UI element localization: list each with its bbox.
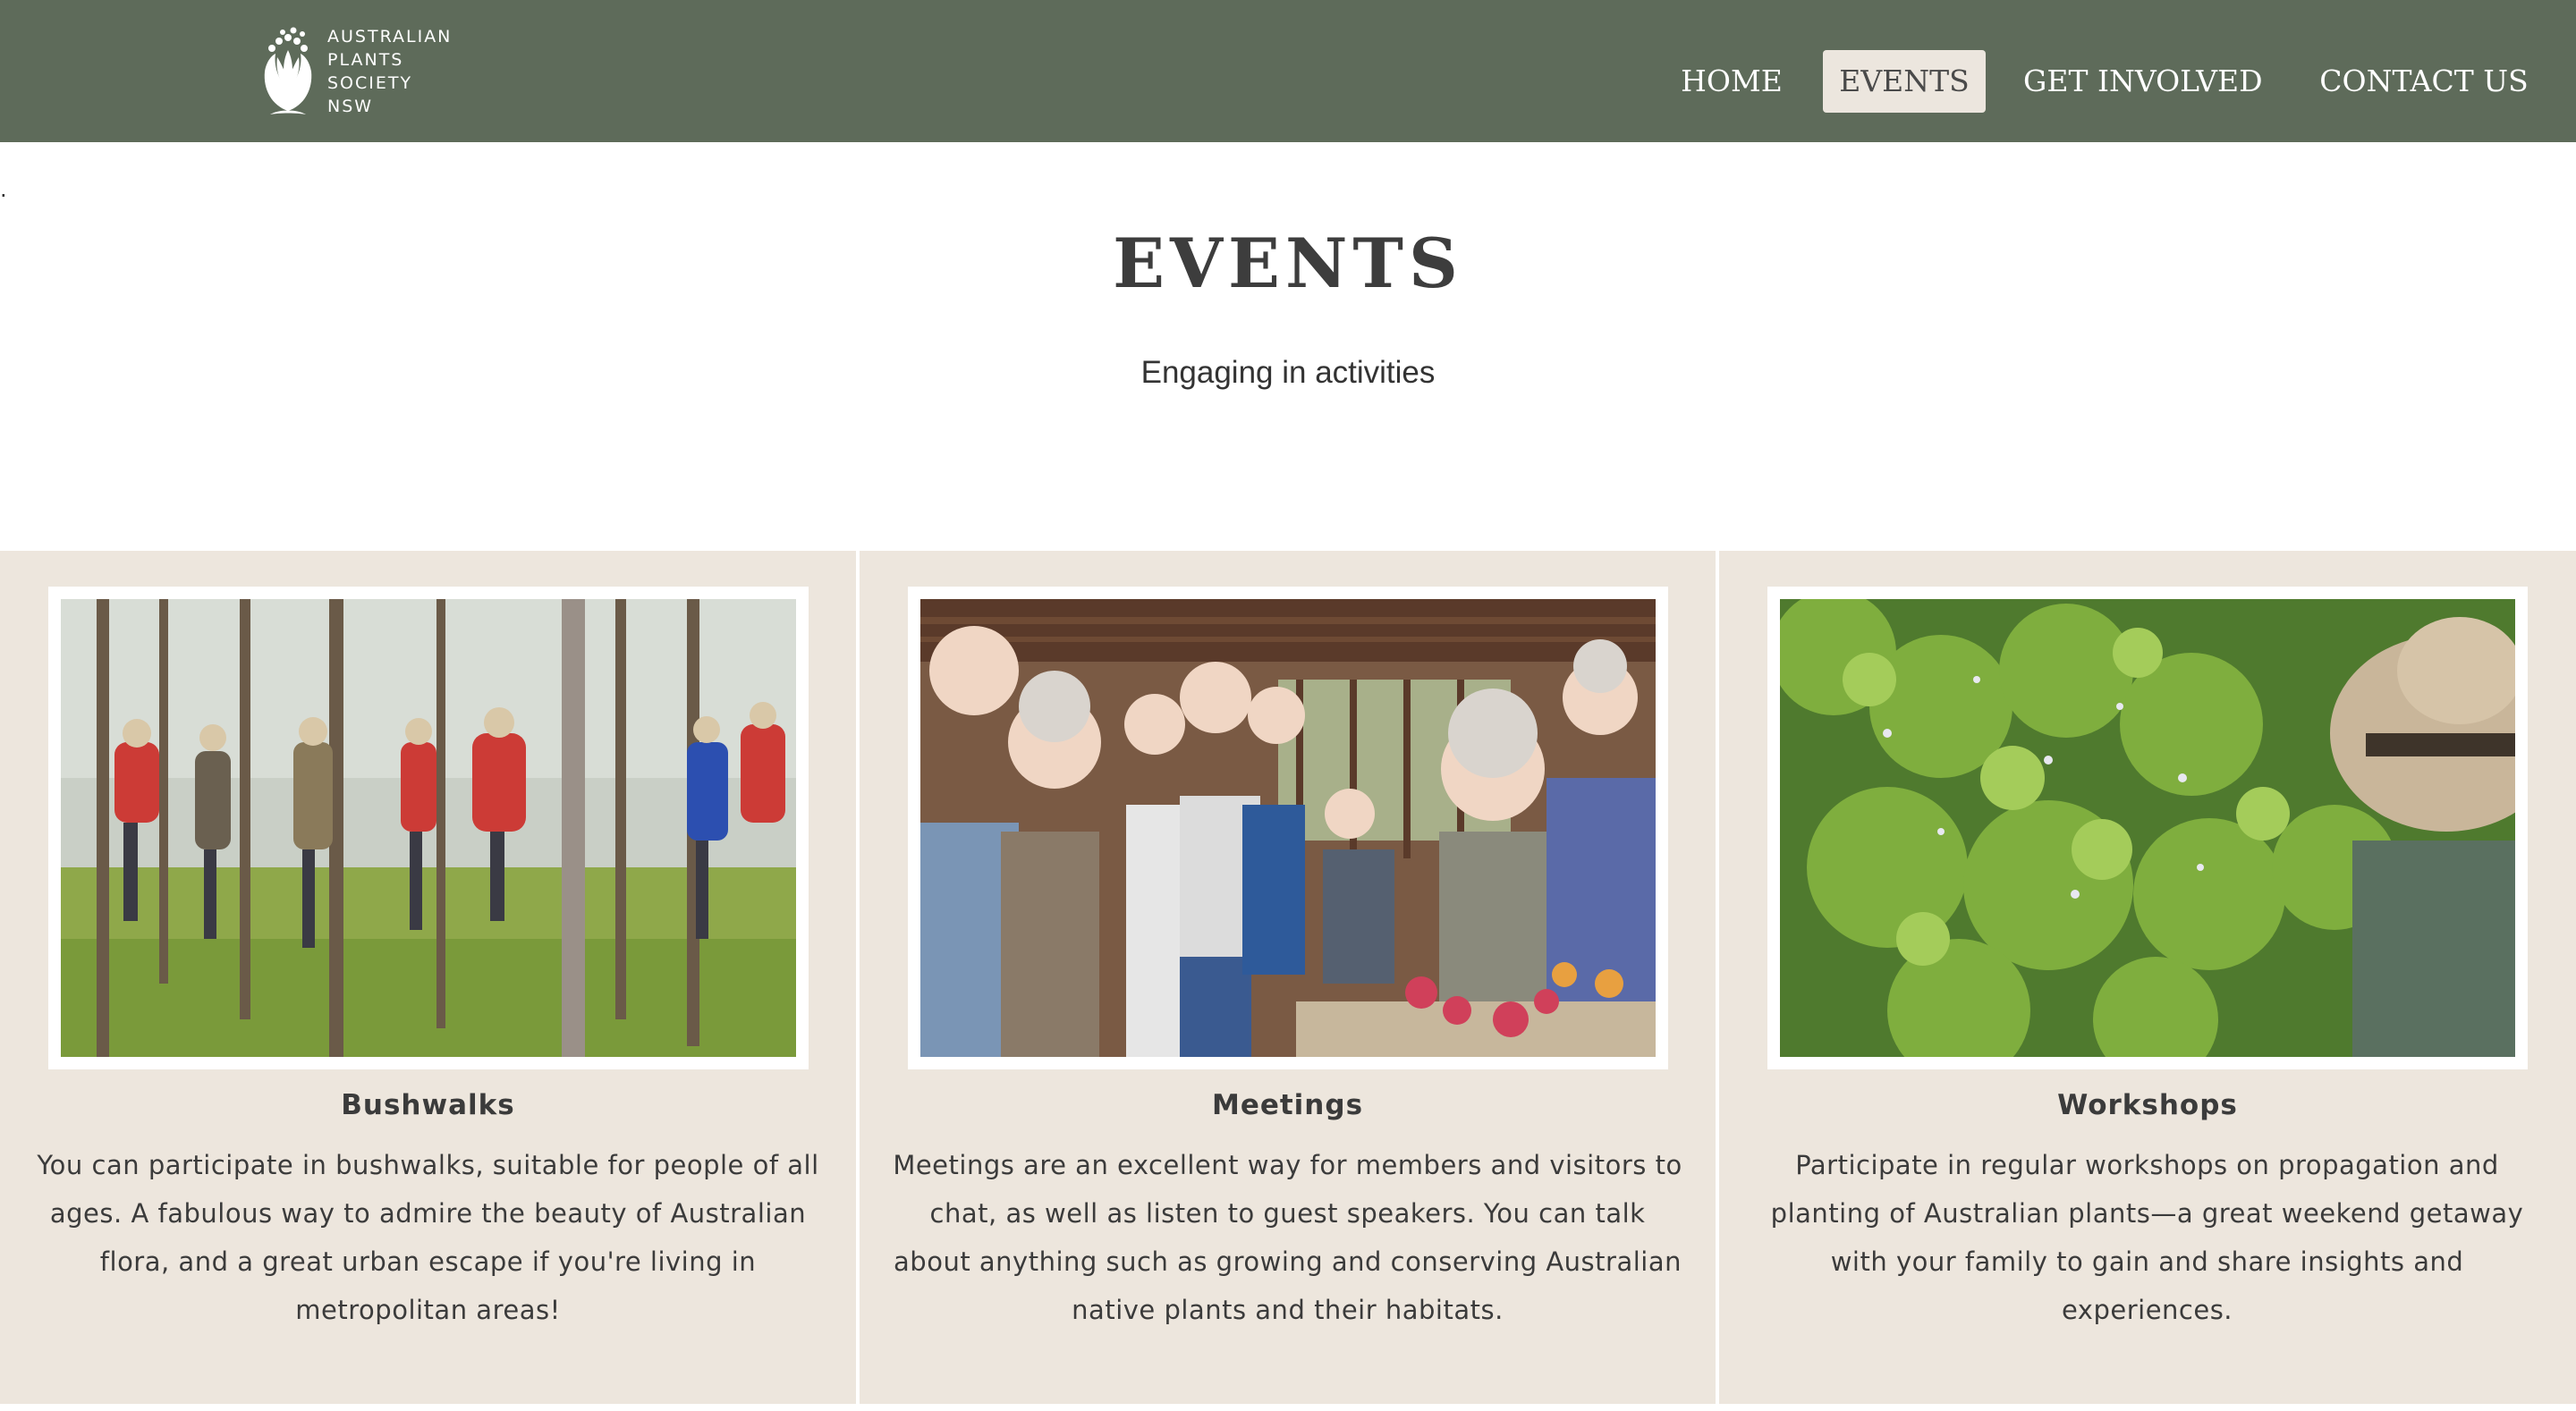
nav-contact-us[interactable]: CONTACT US: [2311, 50, 2537, 113]
card-image-frame: [908, 587, 1668, 1069]
card-bushwalks: Bushwalks You can participate in bushwal…: [0, 551, 856, 1404]
card-title: Bushwalks: [341, 1089, 515, 1121]
card-image-frame: [48, 587, 809, 1069]
nav-get-involved[interactable]: GET INVOLVED: [2023, 50, 2263, 113]
card-description: You can participate in bushwalks, suitab…: [37, 1150, 819, 1325]
workshop-photo: [1780, 599, 2515, 1057]
bushwalk-photo: [61, 599, 796, 1057]
page-title: EVENTS: [1113, 224, 1463, 303]
nav-home[interactable]: HOME: [1669, 50, 1794, 113]
card-image-frame: [1767, 587, 2528, 1069]
card-title: Meetings: [1211, 1089, 1364, 1121]
card-description: Meetings are an excellent way for member…: [893, 1150, 1682, 1325]
site-header: AUSTRALIAN PLANTS SOCIETY NSW HOME EVENT…: [0, 0, 2576, 142]
card-title: Workshops: [2057, 1089, 2238, 1121]
stray-mark: .: [0, 177, 7, 202]
meeting-photo: [920, 599, 1656, 1057]
event-cards: Bushwalks You can participate in bushwal…: [0, 551, 2576, 1404]
page-subtitle: Engaging in activities: [1140, 355, 1436, 390]
main-nav: HOME EVENTS GET INVOLVED CONTACT US: [0, 50, 2576, 113]
card-workshops: Workshops Participate in regular worksho…: [1719, 551, 2576, 1404]
logo-line: AUSTRALIAN: [327, 27, 453, 46]
card-description: Participate in regular workshops on prop…: [1770, 1150, 2524, 1325]
card-meetings: Meetings Meetings are an excellent way f…: [860, 551, 1716, 1404]
nav-events[interactable]: EVENTS: [1823, 50, 1986, 113]
